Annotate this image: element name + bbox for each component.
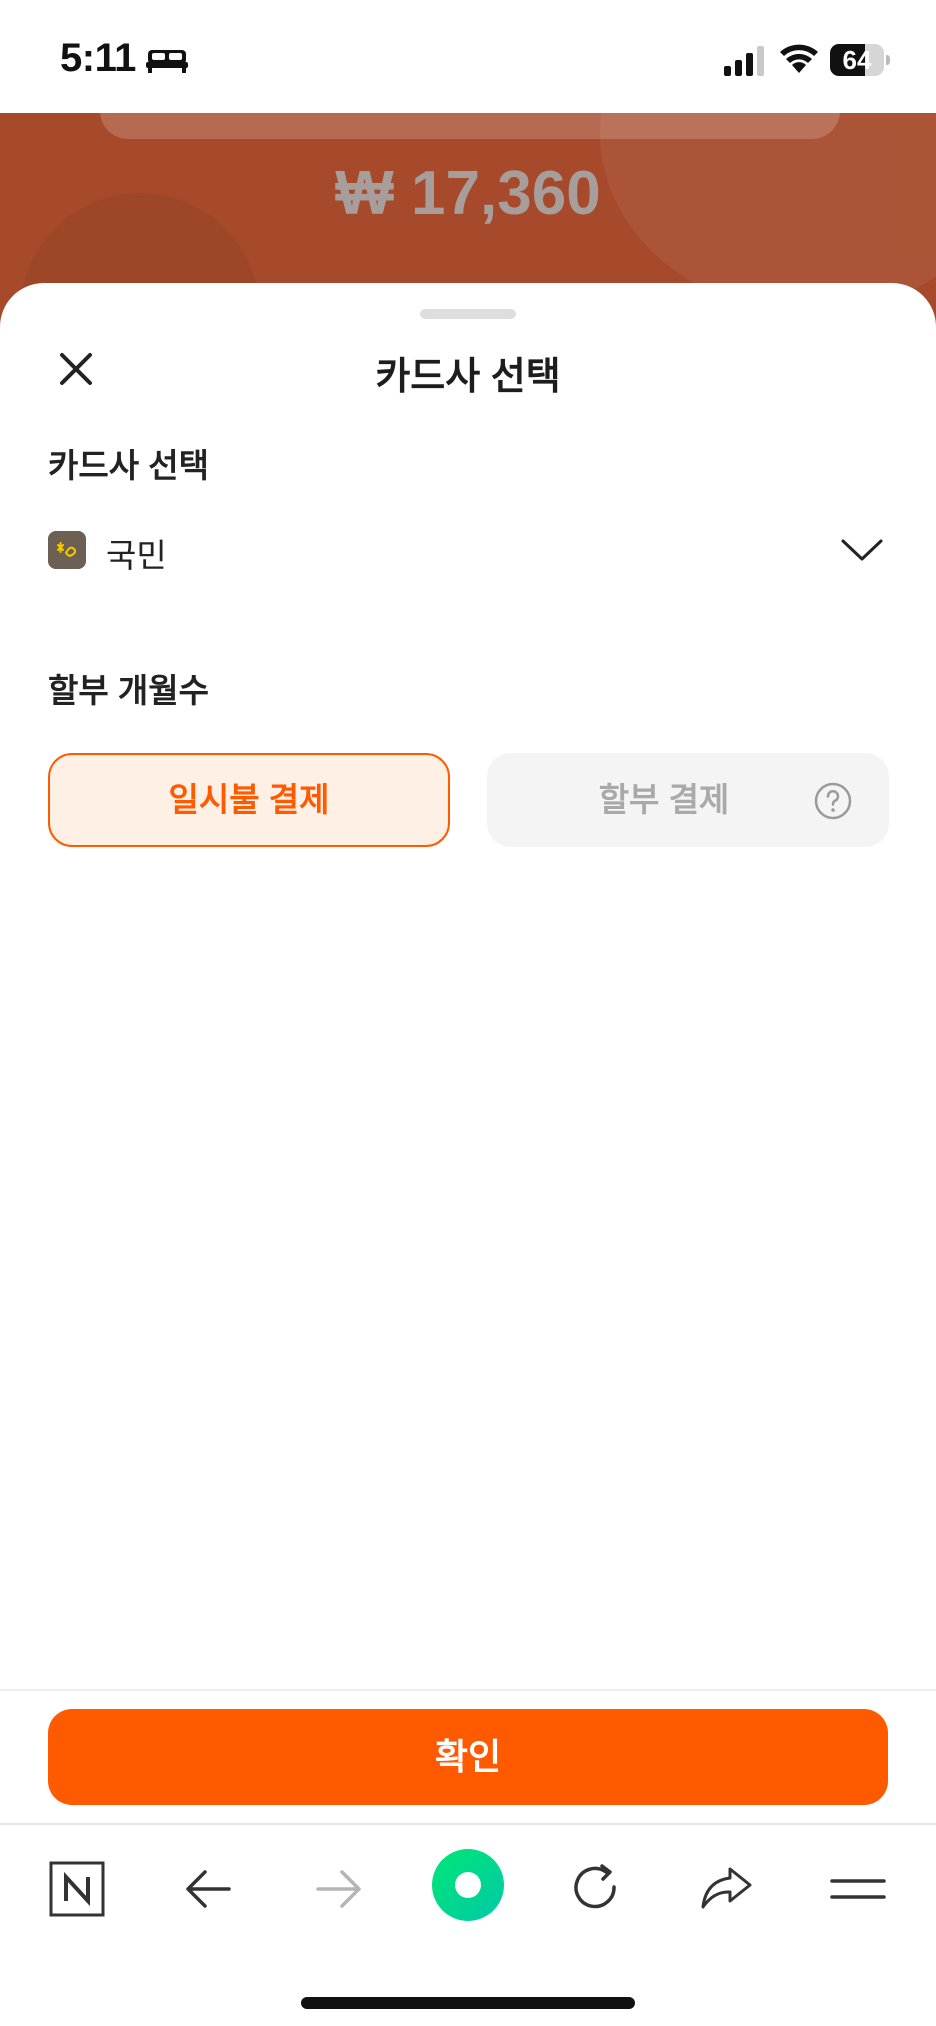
sheet-title: 카드사 선택 xyxy=(375,356,561,398)
payment-amount: ₩ 17,360 xyxy=(335,159,601,228)
help-circle-icon[interactable] xyxy=(813,781,853,821)
lump-sum-payment-button[interactable]: 일시불 결제 xyxy=(48,753,450,847)
battery-icon: 64 xyxy=(830,44,890,76)
card-company-sheet: 카드사 선택 카드사 선택 국민 할부 개월수 일시불 결제 할부 결제 xyxy=(0,283,936,1823)
status-bar: 5:11 64 xyxy=(0,0,936,113)
reload-icon[interactable] xyxy=(564,1857,628,1921)
sheet-grabber[interactable] xyxy=(420,309,516,319)
chevron-down-icon xyxy=(841,539,883,561)
kb-bank-logo-icon xyxy=(48,531,86,569)
bed-icon xyxy=(146,50,188,73)
installment-payment-button[interactable]: 할부 결제 xyxy=(487,753,889,847)
battery-percent: 64 xyxy=(842,45,872,75)
cellular-signal-icon xyxy=(724,46,764,76)
share-icon[interactable] xyxy=(694,1857,758,1921)
confirm-divider xyxy=(0,1689,936,1691)
green-dot-icon[interactable] xyxy=(430,1847,506,1923)
confirm-button[interactable]: 확인 xyxy=(48,1709,888,1805)
browser-toolbar xyxy=(0,1823,936,2026)
wifi-icon xyxy=(780,44,818,73)
card-company-dropdown[interactable]: 국민 xyxy=(40,513,896,603)
naver-home-icon[interactable] xyxy=(45,1857,109,1921)
back-arrow-icon[interactable] xyxy=(177,1857,241,1921)
installment-payment-label: 할부 결제 xyxy=(598,781,730,818)
menu-icon[interactable] xyxy=(826,1857,890,1921)
selected-card-company: 국민 xyxy=(106,537,167,574)
status-time: 5:11 xyxy=(60,36,136,80)
installment-months-label: 할부 개월수 xyxy=(48,672,209,709)
card-company-label: 카드사 선택 xyxy=(48,447,209,484)
home-indicator xyxy=(301,1997,635,2009)
forward-arrow-icon[interactable] xyxy=(306,1857,370,1921)
